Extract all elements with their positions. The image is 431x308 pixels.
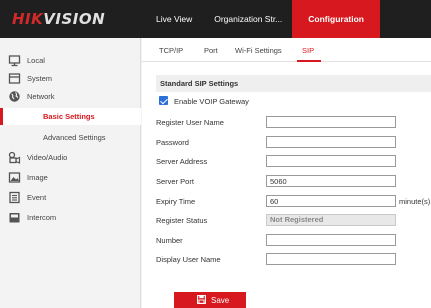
tab-wifi-settings[interactable]: Wi-Fi Settings	[235, 46, 282, 55]
top-nav: Live View Organization Str... Configurat…	[146, 0, 380, 38]
enable-voip-checkbox[interactable]	[159, 96, 168, 105]
section-header: Standard SIP Settings	[156, 75, 431, 92]
expiry-time-label: Expiry Time	[156, 197, 196, 206]
register-user-name-input[interactable]	[266, 116, 396, 128]
monitor-icon	[8, 55, 21, 67]
display-user-name-label: Display User Name	[156, 255, 221, 264]
active-tab-indicator	[297, 60, 321, 62]
sidebar-item-intercom[interactable]: Intercom	[0, 209, 141, 226]
tab-tcp-ip[interactable]: TCP/IP	[159, 46, 183, 55]
brand-logo: HIKVISION	[12, 10, 105, 28]
sidebar-item-basic-settings[interactable]: Basic Settings	[0, 108, 141, 125]
brand-suffix: VISION	[43, 10, 106, 28]
tab-port[interactable]: Port	[204, 46, 218, 55]
sidebar-item-label: Image	[27, 173, 48, 182]
tab-bar: TCP/IP Port Wi-Fi Settings SIP	[142, 38, 431, 62]
register-user-name-label: Register User Name	[156, 118, 224, 127]
video-audio-icon	[8, 151, 21, 164]
nav-live-view[interactable]: Live View	[146, 0, 202, 38]
sidebar: Local System Network Basic Settings Adva…	[0, 38, 141, 308]
sidebar-item-system[interactable]: System	[0, 70, 141, 87]
save-icon	[197, 295, 206, 304]
display-user-name-input[interactable]	[266, 253, 396, 265]
password-label: Password	[156, 138, 189, 147]
sidebar-item-label: Intercom	[27, 213, 57, 222]
sidebar-item-label: System	[27, 74, 53, 83]
intercom-icon	[9, 213, 20, 223]
sidebar-item-local[interactable]: Local	[0, 52, 141, 69]
number-label: Number	[156, 236, 183, 245]
expiry-time-unit: minute(s)	[399, 197, 431, 206]
nav-configuration[interactable]: Configuration	[292, 0, 380, 38]
sidebar-item-label: Basic Settings	[43, 112, 95, 121]
brand-prefix: HIK	[12, 10, 44, 28]
sidebar-item-network[interactable]: Network	[0, 88, 141, 105]
sidebar-item-label: Video/Audio	[27, 153, 68, 162]
section-title: Standard SIP Settings	[160, 79, 239, 88]
sidebar-item-label: Network	[27, 92, 55, 101]
sidebar-item-event[interactable]: Event	[0, 189, 141, 206]
globe-icon	[9, 91, 20, 102]
server-port-input[interactable]	[266, 175, 396, 187]
sidebar-item-video-audio[interactable]: Video/Audio	[0, 149, 141, 166]
server-address-label: Server Address	[156, 157, 208, 166]
password-input[interactable]	[266, 136, 396, 148]
event-icon	[9, 191, 20, 204]
tab-sip[interactable]: SIP	[302, 46, 314, 55]
sidebar-item-label: Advanced Settings	[43, 133, 106, 142]
expiry-time-input[interactable]	[266, 195, 396, 207]
number-input[interactable]	[266, 234, 396, 246]
system-icon	[8, 73, 21, 84]
sidebar-item-label: Event	[27, 193, 47, 202]
sidebar-item-advanced-settings[interactable]: Advanced Settings	[0, 129, 141, 146]
nav-organization-structure[interactable]: Organization Str...	[204, 0, 292, 38]
server-address-input[interactable]	[266, 155, 396, 167]
sidebar-item-label: Local	[27, 56, 45, 65]
server-port-label: Server Port	[156, 177, 194, 186]
image-icon	[8, 172, 21, 183]
save-button-label: Save	[211, 296, 230, 305]
save-button[interactable]: Save	[174, 292, 246, 308]
register-status-label: Register Status	[156, 216, 208, 225]
main-content: TCP/IP Port Wi-Fi Settings SIP Standard …	[142, 38, 431, 308]
enable-voip-label: Enable VOIP Gateway	[174, 97, 249, 106]
sidebar-item-image[interactable]: Image	[0, 169, 141, 186]
register-status-value: Not Registered	[266, 214, 396, 226]
top-bar: HIKVISION Live View Organization Str... …	[0, 0, 431, 38]
